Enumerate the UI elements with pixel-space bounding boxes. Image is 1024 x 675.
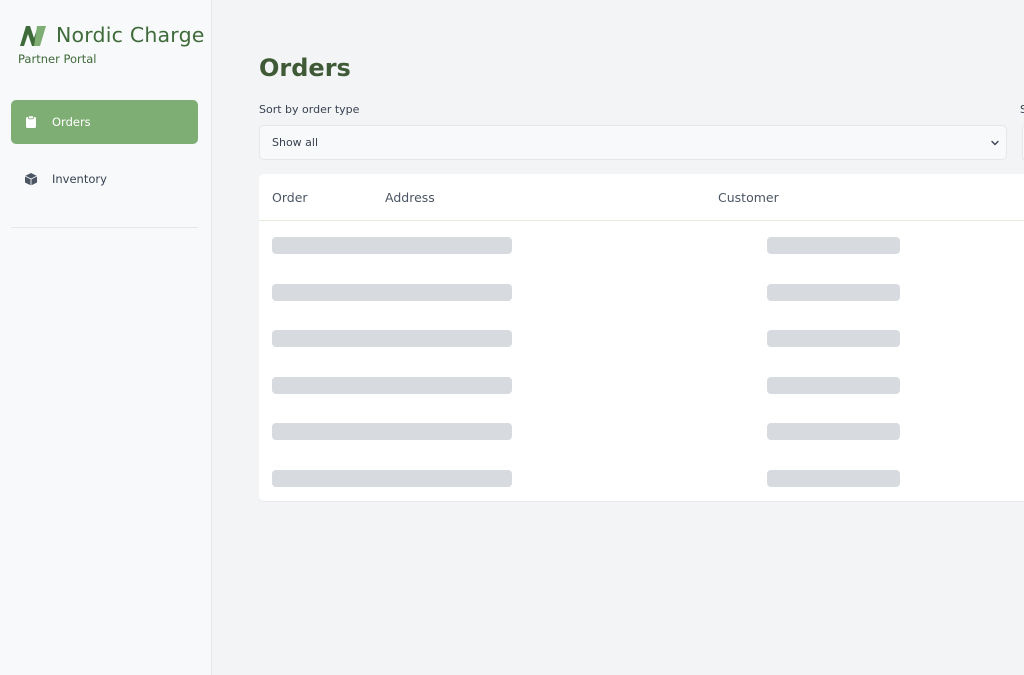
table-row bbox=[259, 221, 1024, 268]
brand-subtitle: Partner Portal bbox=[18, 52, 97, 66]
column-header-order[interactable]: Order bbox=[272, 190, 308, 205]
second-filter-label: S bbox=[1020, 103, 1024, 116]
column-header-customer[interactable]: Customer bbox=[718, 190, 779, 205]
table-row bbox=[259, 407, 1024, 454]
loading-skeleton-customer bbox=[767, 423, 900, 441]
sidebar-item-label: Orders bbox=[52, 115, 91, 129]
loading-skeleton-customer bbox=[767, 283, 900, 301]
sidebar-item-label: Inventory bbox=[52, 172, 107, 186]
app-root: Nordic Charge Partner Portal Orders Inve… bbox=[0, 0, 1024, 675]
sidebar-nav: Orders Inventory bbox=[11, 100, 198, 214]
table-row bbox=[259, 361, 1024, 408]
loading-skeleton-customer bbox=[767, 237, 900, 254]
lightning-n-icon bbox=[20, 26, 46, 46]
table-row bbox=[259, 268, 1024, 315]
sidebar-divider bbox=[11, 227, 198, 228]
brand-name: Nordic Charge bbox=[56, 23, 205, 47]
orders-table: Order Address Customer bbox=[259, 174, 1024, 502]
chevron-down-icon bbox=[991, 140, 999, 146]
loading-skeleton-order-address bbox=[272, 423, 512, 441]
clipboard-icon bbox=[24, 115, 38, 129]
loading-skeleton-order-address bbox=[272, 237, 512, 254]
page-title: Orders bbox=[259, 54, 351, 82]
table-row bbox=[259, 314, 1024, 361]
column-header-address[interactable]: Address bbox=[385, 190, 435, 205]
box-icon bbox=[24, 172, 38, 186]
order-type-select-value: Show all bbox=[272, 136, 319, 149]
sidebar-item-inventory[interactable]: Inventory bbox=[11, 157, 198, 201]
loading-skeleton-order-address bbox=[272, 283, 512, 301]
loading-skeleton-customer bbox=[767, 376, 900, 394]
table-row bbox=[259, 454, 1024, 501]
loading-skeleton-order-address bbox=[272, 470, 512, 487]
order-type-select[interactable]: Show all bbox=[259, 125, 1007, 160]
brand[interactable]: Nordic Charge Partner Portal bbox=[18, 22, 208, 70]
sidebar: Nordic Charge Partner Portal Orders Inve… bbox=[0, 0, 212, 675]
loading-skeleton-order-address bbox=[272, 330, 512, 348]
order-type-filter-label: Sort by order type bbox=[259, 103, 360, 116]
loading-skeleton-customer bbox=[767, 470, 900, 487]
loading-skeleton-customer bbox=[767, 330, 900, 348]
loading-skeleton-order-address bbox=[272, 376, 512, 394]
sidebar-item-orders[interactable]: Orders bbox=[11, 100, 198, 144]
table-header: Order Address Customer bbox=[259, 174, 1024, 221]
